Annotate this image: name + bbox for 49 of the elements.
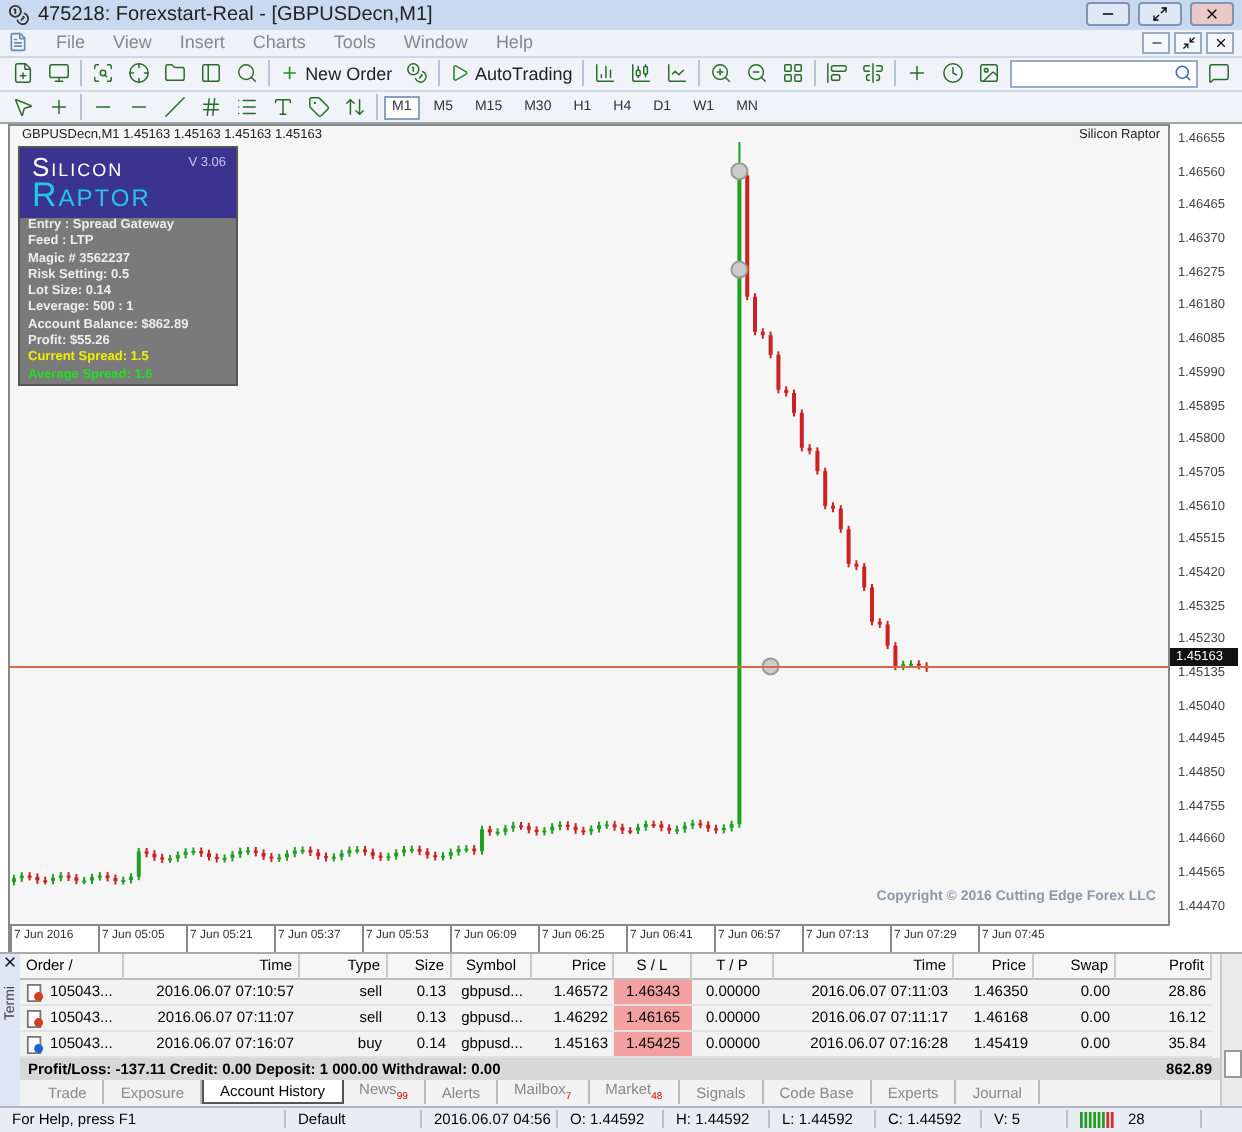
- coins-icon: [406, 62, 429, 85]
- signal-bars-icon: [1080, 1111, 1116, 1128]
- search-field[interactable]: [1010, 59, 1198, 88]
- close-icon: [1213, 35, 1227, 50]
- crosshair-icon: [48, 96, 70, 119]
- tile-windows-icon: [782, 62, 805, 85]
- autotrading-button[interactable]: AutoTrading: [446, 59, 577, 88]
- play-icon: [450, 62, 470, 85]
- minimize-button[interactable]: [1142, 31, 1170, 54]
- chat-icon: [1208, 62, 1230, 85]
- trendline-icon: [164, 96, 186, 119]
- plus-icon: [279, 62, 300, 85]
- panel-icon: [199, 62, 222, 85]
- logo-text: Raptor: [32, 180, 151, 212]
- arrows-icon: [344, 96, 366, 119]
- zoom-out-icon: [746, 62, 769, 85]
- bar-chart-icon: [594, 62, 617, 85]
- restore-button[interactable]: [1174, 31, 1202, 54]
- close-button[interactable]: [1206, 31, 1234, 54]
- new-order-button[interactable]: New Order: [275, 59, 397, 88]
- folder-icon: [163, 62, 186, 85]
- order-icon: [26, 983, 44, 1001]
- search-icon: [1174, 64, 1192, 83]
- scrollbar[interactable]: [1220, 954, 1242, 1106]
- line-chart-icon: [666, 62, 689, 85]
- restore-icon: [1181, 35, 1195, 50]
- maximize-icon: [1152, 6, 1168, 23]
- new-chart-icon: [12, 62, 34, 85]
- search-icon: [235, 62, 258, 85]
- crosshair-icon: [127, 62, 150, 85]
- crosshair-button[interactable]: [123, 59, 154, 88]
- text-icon: [272, 96, 294, 119]
- trade-marker-icon: [730, 260, 749, 279]
- close-icon: [1204, 6, 1220, 23]
- window-title: 475218: Forexstart-Real - [GBPUSDecn,M1]: [38, 3, 435, 26]
- close-icon[interactable]: [2, 954, 18, 970]
- order-icon: [26, 1009, 44, 1027]
- cursor-icon: [12, 96, 34, 119]
- trendline-button[interactable]: [160, 93, 190, 122]
- order-icon: [26, 1035, 44, 1053]
- chat-button[interactable]: [1204, 59, 1234, 88]
- coins-button[interactable]: [402, 59, 433, 88]
- candlestick-icon: [630, 62, 653, 85]
- document-icon: [8, 32, 28, 53]
- app-logo-icon: [8, 3, 30, 26]
- logo-text: Silicon: [32, 154, 124, 180]
- zoom-in-icon: [710, 62, 733, 85]
- trade-marker-icon: [730, 162, 749, 181]
- maximize-button[interactable]: [1138, 2, 1182, 27]
